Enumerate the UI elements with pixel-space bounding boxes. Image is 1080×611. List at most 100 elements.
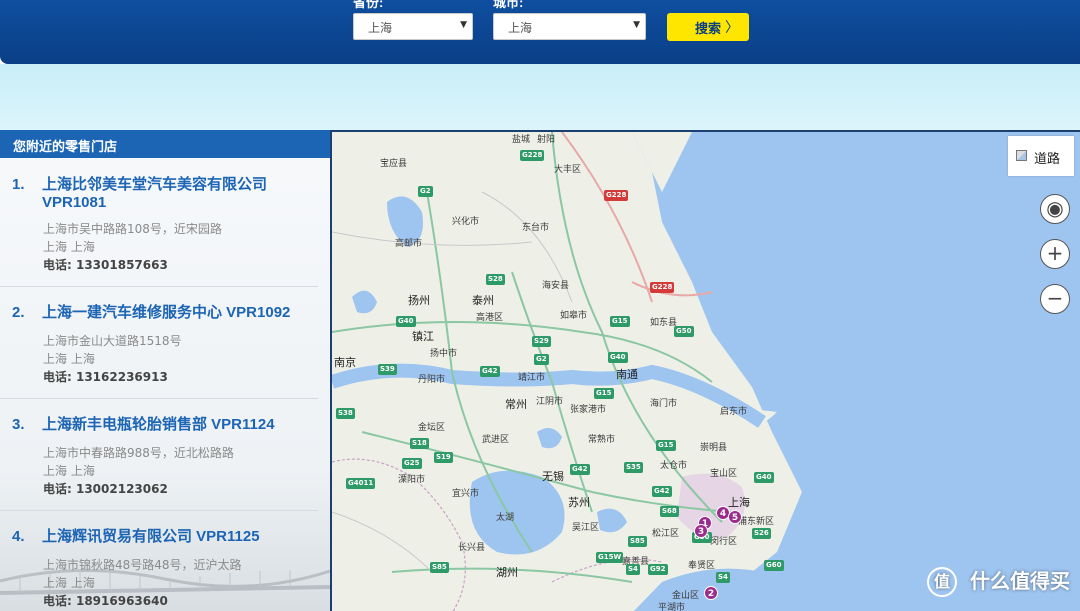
city-label: 苏州: [568, 496, 590, 509]
city-label: 浦东新区: [738, 517, 775, 527]
road-shield: G40: [396, 316, 416, 327]
road-shield: G15W: [596, 552, 624, 563]
city-label: 大丰区: [554, 165, 582, 175]
road-shield: G60: [764, 560, 784, 571]
store-list-panel: 您附近的零售门店 1. 上海比邻美车堂汽车美容有限公司 VPR1081 上海市吴…: [0, 130, 330, 611]
map-layer-label: 道路: [1034, 152, 1061, 167]
city-label: 高港区: [476, 313, 504, 323]
road-shield: G25: [402, 458, 422, 469]
city-label: 崇明县: [700, 443, 728, 453]
province-label: 省份:: [353, 0, 384, 10]
city-label: 常州: [505, 398, 527, 411]
city-label: 宝山区: [710, 469, 738, 479]
city-label: 扬州: [408, 294, 430, 307]
road-shield: S85: [430, 562, 449, 573]
city-label: 如皋市: [560, 311, 588, 321]
road-shield: S35: [624, 462, 643, 473]
road-shield: G2: [418, 186, 433, 197]
store-number: 3.: [12, 416, 25, 433]
road-shield: S39: [378, 364, 397, 375]
city-label: 常熟市: [588, 435, 616, 445]
store-name[interactable]: 上海比邻美车堂汽车美容有限公司 VPR1081: [42, 176, 318, 212]
target-icon: ◉: [1046, 196, 1064, 220]
city-label: 宜兴市: [452, 489, 480, 499]
city-label: 溧阳市: [398, 475, 426, 485]
chevron-right-icon: 〉: [725, 20, 739, 36]
smzdm-logo-icon: 值: [927, 567, 958, 597]
header-bar: 省份: 上海 ▼ 城市: 上海 ▼ 搜索 〉: [0, 0, 1080, 64]
city-label: 海安县: [542, 281, 570, 291]
road-shield: G92: [648, 564, 668, 575]
city-label: 太仓市: [660, 461, 688, 471]
road-shield: G228: [520, 150, 545, 161]
store-marker[interactable]: 2: [704, 586, 718, 600]
city-label: 武进区: [482, 435, 510, 445]
road-shield: G42: [652, 486, 672, 497]
road-shield: S28: [486, 274, 505, 285]
store-region: 上海 上海: [43, 464, 95, 478]
province-select[interactable]: 上海 ▼: [353, 13, 473, 40]
city-label: 靖江市: [518, 373, 546, 383]
map-layer-toggle[interactable]: 道路: [1008, 136, 1074, 176]
store-name[interactable]: 上海一建汽车维修服务中心 VPR1092: [42, 304, 318, 322]
map-layer-icon: [1016, 150, 1027, 161]
city-label: 如东县: [650, 318, 678, 328]
store-number: 2.: [12, 304, 25, 321]
road-shield: G15: [594, 388, 614, 399]
store-name[interactable]: 上海新丰电瓶轮胎销售部 VPR1124: [42, 416, 318, 434]
store-address: 上海市中春路路988号，近北松路路: [43, 446, 234, 460]
city-label: 宝应县: [380, 159, 408, 169]
city-label: 高邮市: [395, 239, 423, 249]
header-band: [0, 64, 1080, 130]
city-value: 上海: [508, 21, 533, 35]
road-shield: G15: [610, 316, 630, 327]
bridge-illustration: [0, 568, 330, 595]
province-value: 上海: [368, 21, 393, 35]
zoom-in-button[interactable]: +: [1040, 239, 1070, 269]
store-marker[interactable]: 3: [694, 524, 708, 538]
city-label: 上海: [728, 496, 750, 509]
road-shield: G2: [534, 354, 549, 365]
road-shield: S18: [410, 438, 429, 449]
city-select[interactable]: 上海 ▼: [493, 13, 646, 40]
city-label: 长兴县: [458, 543, 486, 553]
store-phone: 电话: 13301857663: [43, 258, 168, 272]
sidebar-title: 您附近的零售门店: [0, 130, 330, 158]
search-button-label: 搜索: [695, 22, 722, 37]
map-view[interactable]: 盐城 射阳 宝应县 大丰区 兴化市 东台市 高邮市 海安县 如皋市 泰州 扬州 …: [330, 130, 1080, 611]
city-label: 射阳: [537, 135, 556, 145]
road-shield: S38: [336, 408, 355, 419]
city-label: 兴化市: [452, 217, 480, 227]
watermark-text: 什么值得买: [970, 568, 1070, 593]
store-number: 1.: [12, 176, 25, 193]
road-shield: G40: [754, 472, 774, 483]
city-label: 无锡: [542, 470, 564, 483]
search-button[interactable]: 搜索 〉: [667, 13, 749, 41]
city-label: 湖州: [496, 566, 518, 579]
city-label: 太湖: [496, 513, 515, 523]
store-item[interactable]: 1. 上海比邻美车堂汽车美容有限公司 VPR1081 上海市吴中路路108号，近…: [0, 176, 318, 286]
store-address: 上海市金山大道路1518号: [43, 334, 182, 348]
store-phone: 电话: 13162236913: [43, 370, 168, 384]
plus-icon: +: [1046, 241, 1064, 265]
city-label: 泰州: [472, 294, 494, 307]
city-label: 南通: [616, 368, 638, 381]
chevron-down-icon: ▼: [633, 20, 640, 30]
store-address: 上海市吴中路路108号，近宋园路: [43, 222, 222, 236]
city-label: 江阴市: [536, 397, 564, 407]
road-shield: S68: [660, 506, 679, 517]
city-label: 松江区: [652, 529, 680, 539]
road-shield: S26: [752, 528, 771, 539]
road-shield: G42: [570, 464, 590, 475]
road-shield: G42: [480, 366, 500, 377]
locate-button[interactable]: ◉: [1040, 194, 1070, 224]
store-marker[interactable]: 5: [728, 510, 742, 524]
city-label: 平湖市: [658, 603, 686, 611]
divider: [0, 398, 318, 399]
city-label: 东台市: [522, 223, 550, 233]
city-label: 闵行区: [710, 537, 738, 547]
road-shield: G4011: [346, 478, 376, 489]
city-label: 金坛区: [418, 423, 446, 433]
zoom-out-button[interactable]: −: [1040, 284, 1070, 314]
road-shield: G228: [604, 190, 629, 201]
